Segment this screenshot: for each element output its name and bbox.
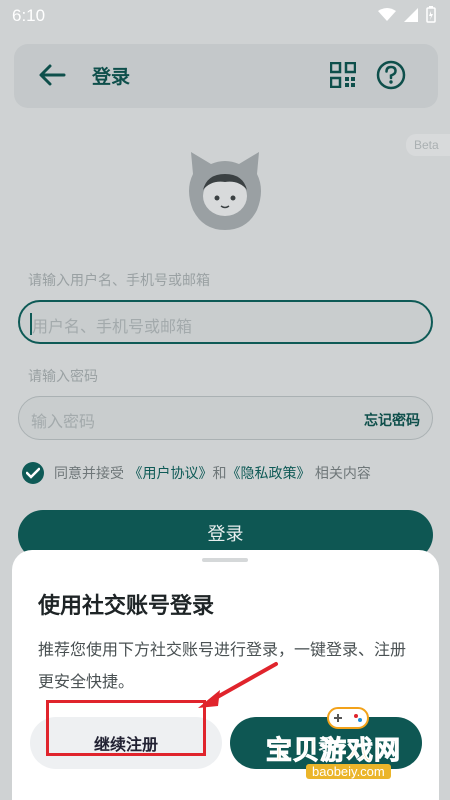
qr-code-icon[interactable]	[330, 62, 356, 88]
wifi-icon	[378, 7, 396, 21]
highlight-box	[46, 700, 206, 756]
app-header: 登录	[14, 44, 438, 108]
agreement-row: 同意并接受 《用户协议》和《隐私政策》 相关内容	[22, 462, 371, 484]
username-input[interactable]: 用户名、手机号或邮箱	[18, 300, 433, 344]
signal-icon	[404, 7, 418, 22]
watermark: 宝贝游戏网 baobeiy.com	[265, 700, 446, 790]
username-placeholder: 用户名、手机号或邮箱	[32, 317, 193, 336]
agreement-checkbox[interactable]	[22, 462, 44, 484]
status-bar: 6:10	[0, 0, 450, 32]
status-icons	[378, 6, 436, 23]
battery-icon	[426, 6, 436, 23]
avatar-icon	[189, 152, 261, 230]
sheet-title: 使用社交账号登录	[38, 594, 215, 619]
password-label: 请输入密码	[28, 369, 98, 385]
sheet-drag-handle[interactable]	[202, 558, 248, 562]
agreement-and: 和	[212, 466, 227, 482]
watermark-title: 宝贝游戏网	[265, 736, 402, 767]
password-placeholder: 输入密码	[31, 412, 96, 431]
username-label: 请输入用户名、手机号或邮箱	[28, 273, 210, 289]
agreement-suffix: 相关内容	[314, 466, 371, 482]
user-agreement-link[interactable]: 《用户协议》	[128, 466, 212, 482]
page-title: 登录	[92, 66, 131, 88]
agreement-prefix: 同意并接受	[54, 466, 124, 482]
privacy-policy-link[interactable]: 《隐私政策》	[226, 466, 310, 482]
forgot-password-link[interactable]: 忘记密码	[364, 410, 420, 430]
beta-badge: Beta	[406, 134, 450, 156]
watermark-url: baobeiy.com	[306, 764, 391, 779]
help-icon[interactable]	[376, 60, 406, 90]
check-icon	[26, 467, 40, 479]
back-arrow-icon[interactable]	[38, 63, 66, 87]
status-time: 6:10	[12, 6, 46, 25]
gamepad-icon	[327, 707, 369, 729]
password-input[interactable]: 输入密码 忘记密码	[18, 396, 433, 440]
